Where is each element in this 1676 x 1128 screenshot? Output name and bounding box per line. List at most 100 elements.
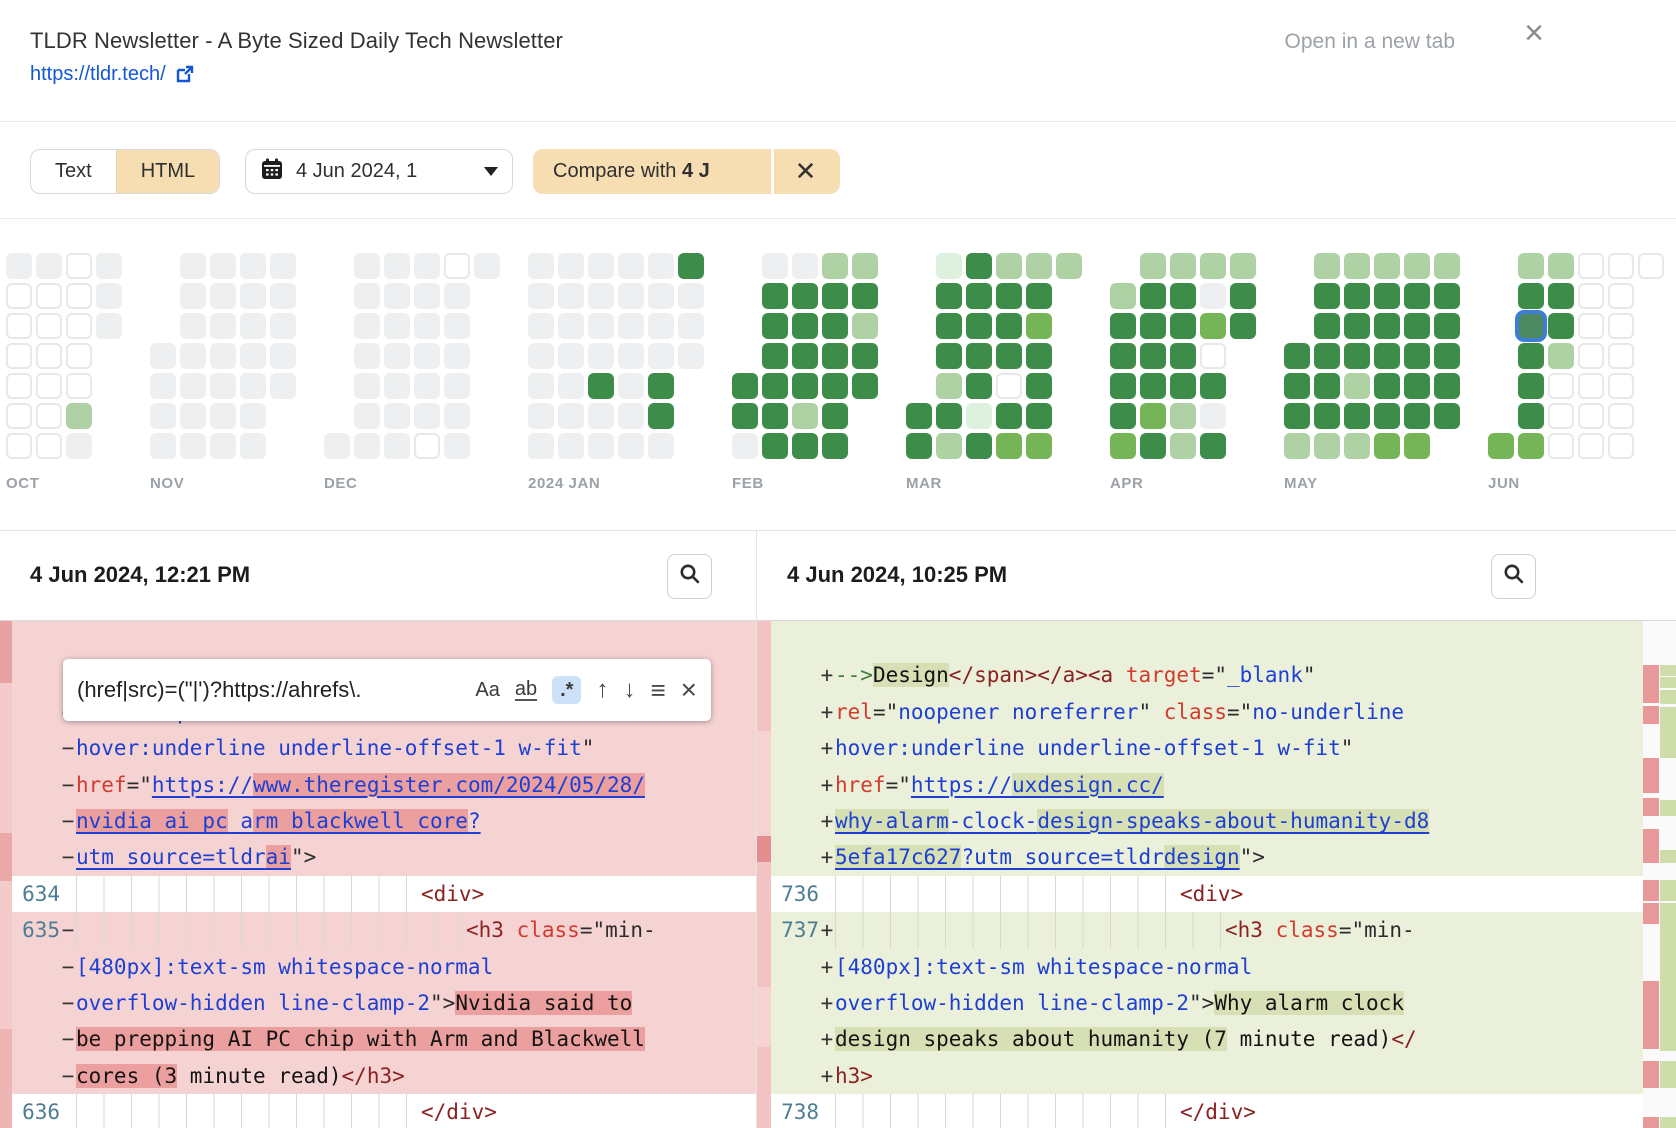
date-picker-button[interactable]: 4 Jun 2024, 1	[245, 149, 513, 194]
heatmap-cell[interactable]	[762, 373, 788, 399]
heatmap-cell[interactable]	[1230, 283, 1256, 309]
heatmap-cell[interactable]	[1518, 283, 1544, 309]
heatmap-cell[interactable]	[1140, 253, 1166, 279]
heatmap-cell[interactable]	[852, 313, 878, 339]
heatmap-cell[interactable]	[1026, 433, 1052, 459]
heatmap-cell[interactable]	[384, 343, 410, 369]
heatmap-cell[interactable]	[558, 253, 584, 279]
heatmap-cell[interactable]	[762, 283, 788, 309]
heatmap-cell[interactable]	[678, 283, 704, 309]
heatmap-cell[interactable]	[966, 433, 992, 459]
heatmap-cell[interactable]	[444, 253, 470, 279]
heatmap-cell[interactable]	[1578, 403, 1604, 429]
heatmap-cell[interactable]	[1344, 283, 1370, 309]
heatmap-cell[interactable]	[822, 313, 848, 339]
heatmap-cell[interactable]	[96, 313, 122, 339]
heatmap-cell[interactable]	[414, 253, 440, 279]
heatmap-cell[interactable]	[1344, 343, 1370, 369]
heatmap-cell[interactable]	[384, 403, 410, 429]
heatmap-cell[interactable]	[414, 313, 440, 339]
heatmap-cell[interactable]	[354, 403, 380, 429]
heatmap-cell[interactable]	[1434, 373, 1460, 399]
heatmap-cell[interactable]	[1608, 433, 1634, 459]
heatmap-cell[interactable]	[240, 373, 266, 399]
heatmap-cell[interactable]	[936, 433, 962, 459]
heatmap-cell[interactable]	[558, 283, 584, 309]
heatmap-cell[interactable]	[1314, 283, 1340, 309]
heatmap-cell[interactable]	[678, 253, 704, 279]
heatmap-cell[interactable]	[618, 313, 644, 339]
heatmap-cell[interactable]	[852, 343, 878, 369]
heatmap-cell[interactable]	[648, 403, 674, 429]
heatmap-cell[interactable]	[822, 343, 848, 369]
heatmap-cell[interactable]	[1314, 253, 1340, 279]
heatmap-cell[interactable]	[1026, 283, 1052, 309]
heatmap-cell[interactable]	[66, 403, 92, 429]
heatmap-cell[interactable]	[1110, 373, 1136, 399]
heatmap-cell[interactable]	[96, 253, 122, 279]
heatmap-cell[interactable]	[1548, 403, 1574, 429]
heatmap-cell[interactable]	[618, 343, 644, 369]
heatmap-cell[interactable]	[240, 433, 266, 459]
heatmap-cell[interactable]	[1548, 313, 1574, 339]
heatmap-cell[interactable]	[66, 313, 92, 339]
heatmap-cell[interactable]	[354, 283, 380, 309]
heatmap-cell[interactable]	[1344, 433, 1370, 459]
heatmap-cell[interactable]	[762, 253, 788, 279]
heatmap-cell[interactable]	[822, 253, 848, 279]
heatmap-cell[interactable]	[792, 283, 818, 309]
heatmap-cell[interactable]	[558, 373, 584, 399]
heatmap-cell[interactable]	[1434, 343, 1460, 369]
heatmap-cell[interactable]	[1374, 433, 1400, 459]
heatmap-cell[interactable]	[270, 253, 296, 279]
heatmap-cell[interactable]	[1374, 403, 1400, 429]
heatmap-cell[interactable]	[762, 403, 788, 429]
heatmap-cell[interactable]	[444, 373, 470, 399]
heatmap-cell[interactable]	[618, 253, 644, 279]
heatmap-cell[interactable]	[1284, 403, 1310, 429]
heatmap-cell[interactable]	[1404, 313, 1430, 339]
heatmap-cell[interactable]	[1140, 403, 1166, 429]
heatmap-cell[interactable]	[1314, 343, 1340, 369]
heatmap-cell[interactable]	[1518, 343, 1544, 369]
heatmap-cell[interactable]	[996, 373, 1022, 399]
heatmap-cell[interactable]	[1608, 403, 1634, 429]
close-icon[interactable]: ×	[1524, 16, 1544, 50]
heatmap-cell[interactable]	[648, 313, 674, 339]
heatmap-cell[interactable]	[1056, 253, 1082, 279]
heatmap-cell[interactable]	[1434, 253, 1460, 279]
heatmap-cell[interactable]	[936, 403, 962, 429]
heatmap-cell[interactable]	[1344, 373, 1370, 399]
heatmap-cell[interactable]	[1578, 433, 1604, 459]
heatmap-cell[interactable]	[1404, 283, 1430, 309]
heatmap-cell[interactable]	[936, 283, 962, 309]
heatmap-cell[interactable]	[36, 343, 62, 369]
heatmap-cell[interactable]	[732, 433, 758, 459]
heatmap-cell[interactable]	[1170, 373, 1196, 399]
heatmap-cell[interactable]	[210, 253, 236, 279]
heatmap-cell[interactable]	[354, 343, 380, 369]
heatmap-cell[interactable]	[1200, 373, 1226, 399]
heatmap-cell[interactable]	[1110, 313, 1136, 339]
heatmap-cell[interactable]	[762, 343, 788, 369]
heatmap-cell[interactable]	[180, 433, 206, 459]
heatmap-cell[interactable]	[1170, 283, 1196, 309]
heatmap-cell[interactable]	[6, 313, 32, 339]
heatmap-cell[interactable]	[1170, 403, 1196, 429]
heatmap-cell[interactable]	[414, 433, 440, 459]
heatmap-cell[interactable]	[1314, 403, 1340, 429]
heatmap-cell[interactable]	[996, 283, 1022, 309]
heatmap-cell[interactable]	[1110, 403, 1136, 429]
tab-text[interactable]: Text	[31, 150, 116, 193]
heatmap-cell[interactable]	[792, 433, 818, 459]
heatmap-cell[interactable]	[996, 433, 1022, 459]
heatmap-cell[interactable]	[210, 373, 236, 399]
heatmap-cell[interactable]	[354, 253, 380, 279]
heatmap-cell[interactable]	[1314, 433, 1340, 459]
heatmap-cell[interactable]	[1548, 253, 1574, 279]
heatmap-cell[interactable]	[36, 253, 62, 279]
heatmap-cell[interactable]	[1140, 343, 1166, 369]
heatmap-cell[interactable]	[1374, 253, 1400, 279]
heatmap-cell[interactable]	[792, 253, 818, 279]
heatmap-cell[interactable]	[444, 433, 470, 459]
